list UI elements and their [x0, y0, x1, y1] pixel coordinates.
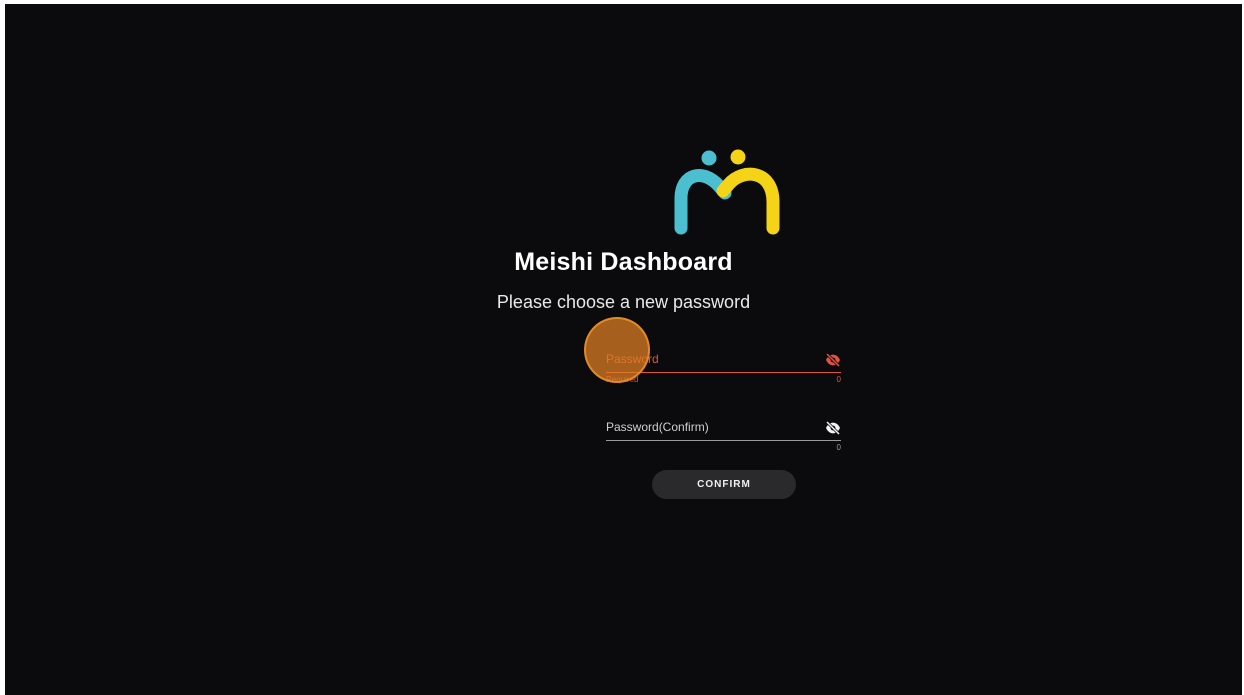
password-confirm-field[interactable]: Password(Confirm)	[606, 415, 841, 441]
password-underline	[606, 372, 841, 373]
page-subtitle: Please choose a new password	[496, 292, 751, 312]
password-error-text: Required	[606, 375, 639, 384]
password-input[interactable]	[606, 347, 820, 373]
password-field[interactable]: Password	[606, 347, 841, 373]
password-confirm-underline	[606, 440, 841, 441]
confirm-button[interactable]: CONFIRM	[652, 470, 796, 499]
app-screen: Meishi Dashboard Please choose a new pas…	[5, 4, 1242, 695]
eye-off-icon[interactable]	[825, 420, 841, 436]
password-char-counter: 0	[836, 375, 841, 384]
eye-off-icon[interactable]	[825, 352, 841, 368]
meishi-logo	[674, 149, 780, 235]
password-confirm-input[interactable]	[606, 415, 820, 441]
app-title: Meishi Dashboard	[514, 248, 733, 276]
password-confirm-char-counter: 0	[836, 443, 841, 452]
